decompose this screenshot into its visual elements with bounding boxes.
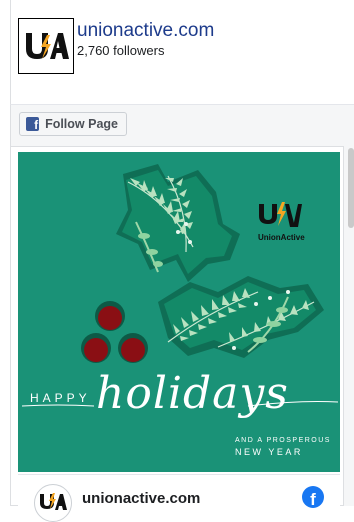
post-image[interactable] <box>18 152 340 472</box>
holiday-art-icon <box>21 164 339 407</box>
follow-page-label: Follow Page <box>45 117 118 131</box>
card-holidays-text: holidays <box>96 368 289 419</box>
follow-page-button[interactable]: f Follow Page <box>19 112 127 136</box>
ua-logo-icon <box>26 33 69 59</box>
scrollbar-thumb[interactable] <box>348 148 354 228</box>
post-author-avatar[interactable] <box>34 484 72 522</box>
facebook-icon: f <box>26 117 40 131</box>
page-logo[interactable] <box>18 18 74 74</box>
post-author-name[interactable]: unionactive.com <box>82 490 200 507</box>
facebook-icon[interactable]: f <box>302 486 324 508</box>
card-new-year-text: NEW YEAR <box>235 447 303 457</box>
ua-logo-icon <box>40 493 67 510</box>
followers-count: 2,760 followers <box>77 43 165 58</box>
card-prosperous-text: AND A PROSPEROUS <box>235 437 331 444</box>
page-name-link[interactable]: unionactive.com <box>77 20 214 42</box>
card-brand-name: UnionActive <box>258 233 305 242</box>
card-happy-text: HAPPY <box>30 391 91 405</box>
